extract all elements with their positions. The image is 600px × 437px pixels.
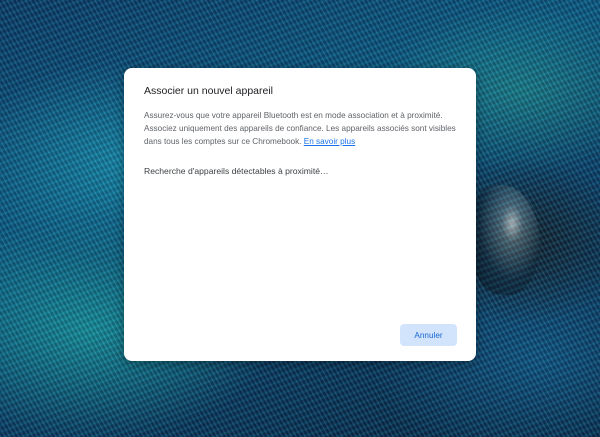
dialog-description-text: Assurez-vous que votre appareil Bluetoot… <box>144 111 456 146</box>
searching-status: Recherche d'appareils détectables à prox… <box>144 166 329 176</box>
cancel-button[interactable]: Annuler <box>400 324 457 346</box>
dialog-title: Associer un nouvel appareil <box>144 85 273 97</box>
water-droplet-image <box>470 185 540 295</box>
pair-new-device-dialog: Associer un nouvel appareil Assurez-vous… <box>124 68 476 361</box>
learn-more-link[interactable]: En savoir plus <box>304 137 355 146</box>
dialog-description: Assurez-vous que votre appareil Bluetoot… <box>144 109 456 148</box>
